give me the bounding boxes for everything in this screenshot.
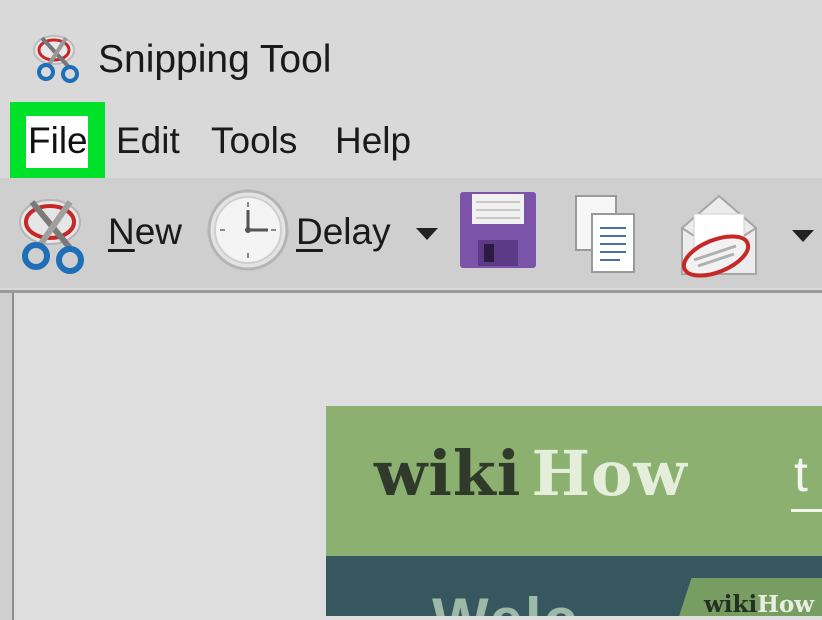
menu-edit[interactable]: Edit <box>116 116 180 166</box>
logo-how: How <box>531 437 688 510</box>
toolbar: New Delay <box>0 178 822 288</box>
scissors-icon <box>33 35 79 83</box>
chevron-down-icon <box>416 228 438 240</box>
watermark-text: wikiHow <box>704 591 815 617</box>
snip-welcome-text: Welc <box>432 590 579 617</box>
menu-file-label: File <box>28 120 88 161</box>
snip-trailing-text: t <box>794 446 808 502</box>
canvas-left-border <box>0 293 14 620</box>
chevron-down-icon[interactable] <box>792 230 814 244</box>
menu-file[interactable]: File <box>10 102 105 178</box>
save-button[interactable] <box>458 190 538 274</box>
menu-tools[interactable]: Tools <box>211 116 297 166</box>
captured-snip: wikiHow t Welc wikiHow <box>326 406 822 616</box>
clock-icon <box>207 189 289 271</box>
title-bar: Snipping Tool <box>0 0 822 100</box>
send-snip-button[interactable] <box>676 190 822 278</box>
copy-icon <box>575 195 635 273</box>
floppy-disk-icon <box>460 192 536 268</box>
window-title: Snipping Tool <box>98 38 332 81</box>
envelope-icon <box>681 194 757 278</box>
delay-button[interactable]: Delay <box>206 188 446 278</box>
menu-bar: File Edit Tools Help <box>0 102 822 178</box>
new-button[interactable]: New <box>14 192 186 274</box>
new-label: New <box>108 211 183 252</box>
scissors-icon <box>19 199 84 274</box>
copy-button[interactable] <box>572 192 640 276</box>
delay-label: Delay <box>296 211 391 252</box>
snip-trailing-underline <box>791 509 822 512</box>
logo-wiki: wiki <box>374 437 522 510</box>
menu-help[interactable]: Help <box>335 116 411 166</box>
wikihow-logo: wiki How <box>374 434 688 514</box>
